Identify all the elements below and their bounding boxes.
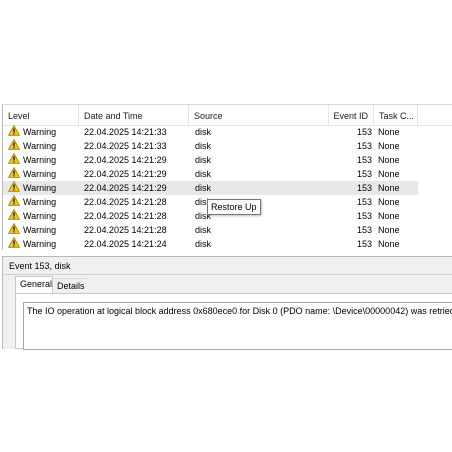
row-task-category: None [378,197,400,207]
row-level-label: Warning [23,197,57,207]
column-header-source[interactable]: Source [189,105,329,125]
event-row[interactable]: Warning 22.04.2025 14:21:29 disk 153 None [3,153,418,167]
row-event-id: 153 [356,211,372,221]
row-event-id: 153 [356,127,372,137]
event-row[interactable]: Warning 22.04.2025 14:21:24 disk 153 None [3,237,418,250]
row-level-label: Warning [23,239,57,249]
warning-triangle-icon [8,125,23,139]
row-level: Warning [8,139,82,153]
row-event-id: 153 [356,239,372,249]
row-level-label: Warning [23,141,57,151]
row-level: Warning [8,209,82,223]
row-source: disk [195,183,212,193]
warning-triangle-icon [8,223,23,237]
event-row[interactable]: Warning 22.04.2025 14:21:33 disk 153 None [3,125,418,139]
row-date-time: 22.04.2025 14:21:28 [84,225,167,235]
row-event-id: 153 [356,141,372,151]
row-date-time: 22.04.2025 14:21:28 [84,211,167,221]
column-header-event-id[interactable]: Event ID [329,105,374,125]
warning-triangle-icon [8,139,23,153]
row-date-time: 22.04.2025 14:21:29 [84,183,167,193]
row-date-time: 22.04.2025 14:21:33 [84,141,167,151]
row-date-time: 22.04.2025 14:21:28 [84,197,167,207]
event-message-line: The IO operation at logical block addres… [27,305,452,318]
row-task-category: None [378,169,400,179]
row-event-id: 153 [356,197,372,207]
warning-triangle-icon [8,237,23,250]
warning-triangle-icon [8,167,23,181]
row-level: Warning [8,195,82,209]
row-level-label: Warning [23,225,57,235]
row-event-id: 153 [356,155,372,165]
row-source: disk [195,169,212,179]
event-list-header: Level Date and Time Source Event ID Task… [3,105,452,126]
row-event-id: 153 [356,183,372,193]
row-source: disk [195,127,212,137]
warning-triangle-icon [8,209,23,223]
column-header-task-category[interactable]: Task C... [374,105,418,125]
row-level: Warning [8,125,82,139]
event-details-panel: Event 153, disk General Details The IO o… [2,256,452,350]
column-header-date-time[interactable]: Date and Time [79,105,189,125]
event-message-text: The IO operation at logical block addres… [27,306,452,316]
row-date-time: 22.04.2025 14:21:33 [84,127,167,137]
row-level-label: Warning [23,155,57,165]
details-title-divider [3,274,452,275]
details-title: Event 153, disk [9,261,71,271]
row-task-category: None [378,155,400,165]
row-level: Warning [8,237,82,250]
event-row[interactable]: Warning 22.04.2025 14:21:28 disk 153 None [3,223,418,237]
row-level-label: Warning [23,169,57,179]
row-level: Warning [8,167,82,181]
tab-general[interactable]: General [15,276,53,293]
row-event-id: 153 [356,169,372,179]
row-source: disk [195,225,212,235]
tab-details[interactable]: Details [53,278,87,293]
row-level: Warning [8,181,82,195]
row-level-label: Warning [23,183,57,193]
row-task-category: None [378,239,400,249]
row-task-category: None [378,211,400,221]
row-level: Warning [8,223,82,237]
event-message-box[interactable]: The IO operation at logical block addres… [23,302,452,350]
row-date-time: 22.04.2025 14:21:29 [84,169,167,179]
row-date-time: 22.04.2025 14:21:24 [84,239,167,249]
row-source: disk [195,141,212,151]
row-source: disk [195,155,212,165]
general-tab-body: The IO operation at logical block addres… [15,293,452,350]
tooltip: Restore Up [207,199,261,215]
row-level: Warning [8,153,82,167]
row-task-category: None [378,183,400,193]
event-row[interactable]: Warning 22.04.2025 14:21:33 disk 153 None [3,139,418,153]
event-list-panel: Level Date and Time Source Event ID Task… [2,104,452,250]
warning-triangle-icon [8,153,23,167]
event-row[interactable]: Warning 22.04.2025 14:21:29 disk 153 None [3,181,418,195]
event-row[interactable]: Warning 22.04.2025 14:21:29 disk 153 None [3,167,418,181]
row-source: disk [195,239,212,249]
row-task-category: None [378,141,400,151]
warning-triangle-icon [8,181,23,195]
row-task-category: None [378,127,400,137]
row-level-label: Warning [23,127,57,137]
row-task-category: None [378,225,400,235]
column-header-level[interactable]: Level [3,105,79,125]
row-date-time: 22.04.2025 14:21:29 [84,155,167,165]
row-event-id: 153 [356,225,372,235]
row-level-label: Warning [23,211,57,221]
event-viewer-screenshot: Level Date and Time Source Event ID Task… [0,0,452,452]
warning-triangle-icon [8,195,23,209]
